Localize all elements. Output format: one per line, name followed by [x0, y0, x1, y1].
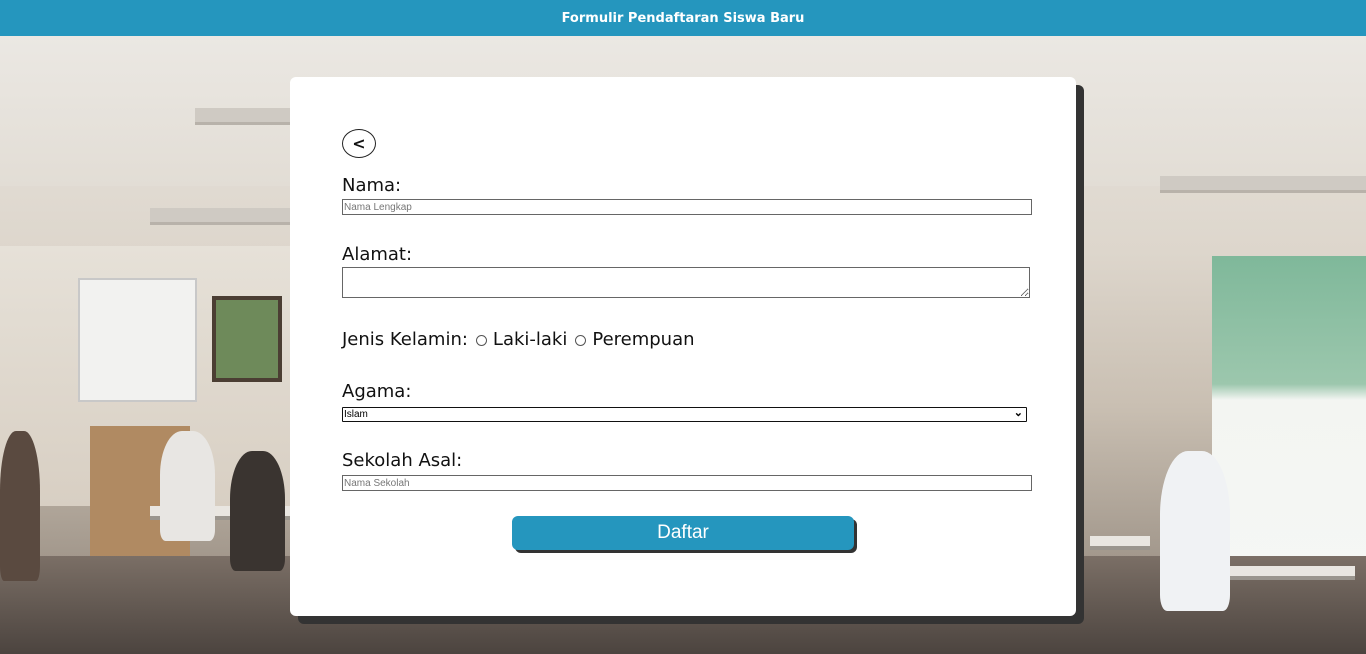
radio-perempuan[interactable] — [575, 335, 587, 346]
alamat-textarea[interactable] — [342, 267, 1030, 298]
registration-form-card: < Nama: Alamat: Jenis Kelamin: Laki-laki… — [290, 77, 1076, 616]
agama-label: Agama: — [342, 381, 412, 402]
chevron-down-icon: ⌄ — [1013, 407, 1023, 419]
sekolah-asal-label: Sekolah Asal: — [342, 450, 463, 471]
daftar-button-label: Daftar — [657, 522, 709, 543]
sekolah-asal-input[interactable] — [342, 475, 1032, 491]
nama-input[interactable] — [342, 199, 1032, 215]
jenis-kelamin-label: Jenis Kelamin: — [342, 329, 468, 350]
back-button[interactable]: < — [342, 129, 376, 158]
chevron-left-icon: < — [352, 134, 366, 153]
radio-laki-laki[interactable] — [475, 335, 487, 346]
alamat-label: Alamat: — [342, 244, 413, 265]
daftar-button[interactable]: Daftar — [512, 516, 854, 550]
agama-select[interactable]: Islam ⌄ — [342, 407, 1027, 422]
radio-laki-laki-label[interactable]: Laki-laki — [493, 329, 567, 350]
nama-label: Nama: — [342, 175, 402, 196]
page-header: Formulir Pendaftaran Siswa Baru — [0, 0, 1366, 36]
header-title: Formulir Pendaftaran Siswa Baru — [561, 10, 805, 26]
agama-selected-value: Islam — [344, 409, 368, 420]
jenis-kelamin-group: Jenis Kelamin: Laki-laki Perempuan — [342, 329, 695, 350]
radio-perempuan-label[interactable]: Perempuan — [592, 329, 694, 350]
